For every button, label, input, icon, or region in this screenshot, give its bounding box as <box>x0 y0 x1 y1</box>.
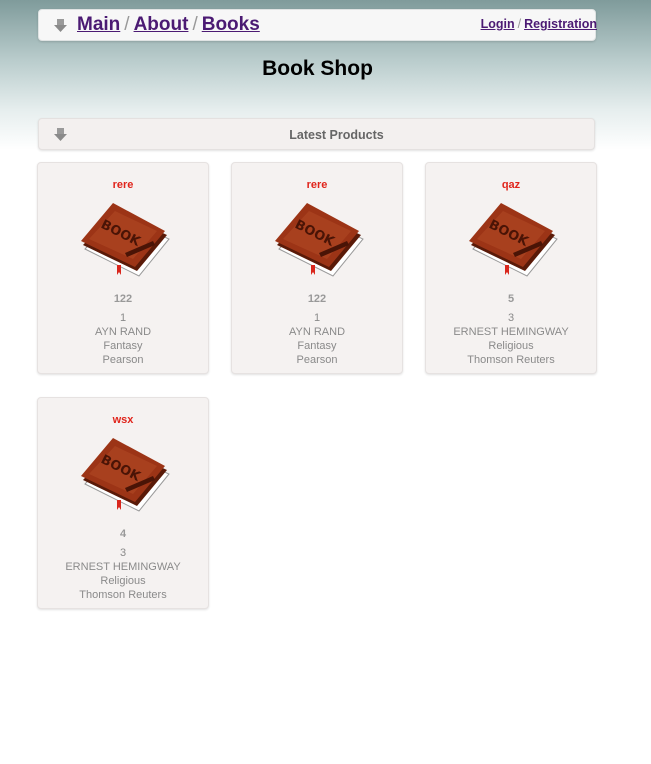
breadcrumb: Main / About / Books <box>77 14 260 36</box>
product-card[interactable]: wsx BOOK 4 3 ERNEST HEMINGWAY Religious … <box>37 397 209 609</box>
product-publisher: Pearson <box>102 354 144 366</box>
product-price: 5 <box>507 293 515 305</box>
breadcrumb-main-link[interactable]: Main <box>77 14 120 35</box>
product-title[interactable]: rere <box>232 179 402 191</box>
arrow-down-icon <box>54 19 67 32</box>
product-author: ERNEST HEMINGWAY <box>453 326 569 338</box>
product-author: AYN RAND <box>288 326 346 338</box>
page-title: Book Shop <box>262 57 373 80</box>
auth-links: Login / Registration <box>481 17 597 31</box>
product-publisher: Pearson <box>296 354 338 366</box>
product-details: 3 ERNEST HEMINGWAY Religious Thomson Reu… <box>426 311 596 367</box>
product-details: 1 AYN RAND Fantasy Pearson <box>38 311 208 367</box>
book-icon[interactable]: BOOK <box>79 436 171 512</box>
breadcrumb-separator: / <box>124 14 130 35</box>
product-title[interactable]: wsx <box>38 414 208 426</box>
breadcrumb-separator: / <box>192 14 198 35</box>
product-card[interactable]: qaz BOOK 5 3 ERNEST HEMINGWAY Religious … <box>425 162 597 374</box>
product-details: 1 AYN RAND Fantasy Pearson <box>232 311 402 367</box>
auth-separator: / <box>517 17 522 31</box>
product-title[interactable]: rere <box>38 179 208 191</box>
product-author: ERNEST HEMINGWAY <box>65 561 181 573</box>
product-quantity: 3 <box>119 547 127 559</box>
product-genre: Fantasy <box>103 340 143 352</box>
top-nav-bar: Main / About / Books Login / Registration <box>38 9 597 41</box>
book-icon[interactable]: BOOK <box>467 201 559 277</box>
product-details: 3 ERNEST HEMINGWAY Religious Thomson Reu… <box>38 546 208 602</box>
product-genre: Religious <box>100 575 146 587</box>
breadcrumb-about-link[interactable]: About <box>134 14 189 35</box>
product-genre: Religious <box>488 340 534 352</box>
product-publisher: Thomson Reuters <box>79 589 167 601</box>
product-genre: Fantasy <box>297 340 337 352</box>
login-link[interactable]: Login <box>481 17 515 31</box>
product-title[interactable]: qaz <box>426 179 596 191</box>
product-quantity: 1 <box>313 312 321 324</box>
product-quantity: 3 <box>507 312 515 324</box>
product-price: 122 <box>113 293 133 305</box>
product-publisher: Thomson Reuters <box>467 354 555 366</box>
product-price: 4 <box>119 528 127 540</box>
section-title: Latest Products <box>289 128 384 142</box>
book-icon[interactable]: BOOK <box>79 201 171 277</box>
latest-products-bar: Latest Products <box>38 118 595 150</box>
product-price: 122 <box>307 293 327 305</box>
registration-link[interactable]: Registration <box>524 17 597 31</box>
product-card[interactable]: rere BOOK 122 1 AYN RAND Fantasy Pearson <box>37 162 209 374</box>
product-author: AYN RAND <box>94 326 152 338</box>
product-quantity: 1 <box>119 312 127 324</box>
book-icon[interactable]: BOOK <box>273 201 365 277</box>
breadcrumb-books-link[interactable]: Books <box>202 14 260 35</box>
product-card[interactable]: rere BOOK 122 1 AYN RAND Fantasy Pearson <box>231 162 403 374</box>
